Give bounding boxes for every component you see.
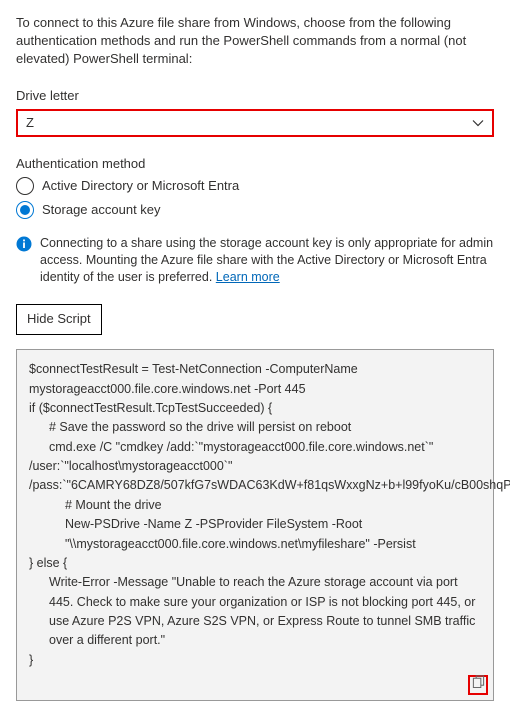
- hide-script-button[interactable]: Hide Script: [16, 304, 102, 335]
- chevron-down-icon: [472, 117, 484, 129]
- auth-method-label: Authentication method: [16, 155, 494, 173]
- radio-icon: [16, 177, 34, 195]
- info-text: Connecting to a share using the storage …: [40, 235, 494, 286]
- copy-button[interactable]: [468, 675, 488, 695]
- auth-option-key[interactable]: Storage account key: [16, 201, 494, 219]
- code-line: cmd.exe /C "cmdkey /add:`"mystorageacct0…: [29, 438, 481, 457]
- auth-option-ad-label: Active Directory or Microsoft Entra: [42, 177, 239, 195]
- code-line: /pass:`"6CAMRY68DZ8/507kfG7sWDAC63KdW+f8…: [29, 476, 481, 495]
- code-line: if ($connectTestResult.TcpTestSucceeded)…: [29, 399, 481, 418]
- learn-more-link[interactable]: Learn more: [216, 270, 280, 284]
- auth-option-key-label: Storage account key: [42, 201, 161, 219]
- copy-icon: [472, 675, 485, 694]
- intro-text: To connect to this Azure file share from…: [16, 14, 494, 69]
- info-banner: Connecting to a share using the storage …: [16, 235, 494, 286]
- code-line: /user:`"localhost\mystorageacct000`": [29, 457, 481, 476]
- info-icon: [16, 236, 32, 252]
- code-line: $connectTestResult = Test-NetConnection …: [29, 360, 481, 399]
- code-line: New-PSDrive -Name Z -PSProvider FileSyst…: [29, 515, 481, 554]
- drive-letter-value: Z: [26, 114, 472, 132]
- drive-letter-label: Drive letter: [16, 87, 494, 105]
- code-line: } else {: [29, 554, 481, 573]
- script-block: $connectTestResult = Test-NetConnection …: [16, 349, 494, 701]
- drive-letter-select[interactable]: Z: [16, 109, 494, 137]
- code-line: }: [29, 651, 481, 670]
- code-line: # Save the password so the drive will pe…: [29, 418, 481, 437]
- auth-option-ad[interactable]: Active Directory or Microsoft Entra: [16, 177, 494, 195]
- code-line: # Mount the drive: [29, 496, 481, 515]
- radio-icon-selected: [16, 201, 34, 219]
- code-line: Write-Error -Message "Unable to reach th…: [29, 573, 481, 651]
